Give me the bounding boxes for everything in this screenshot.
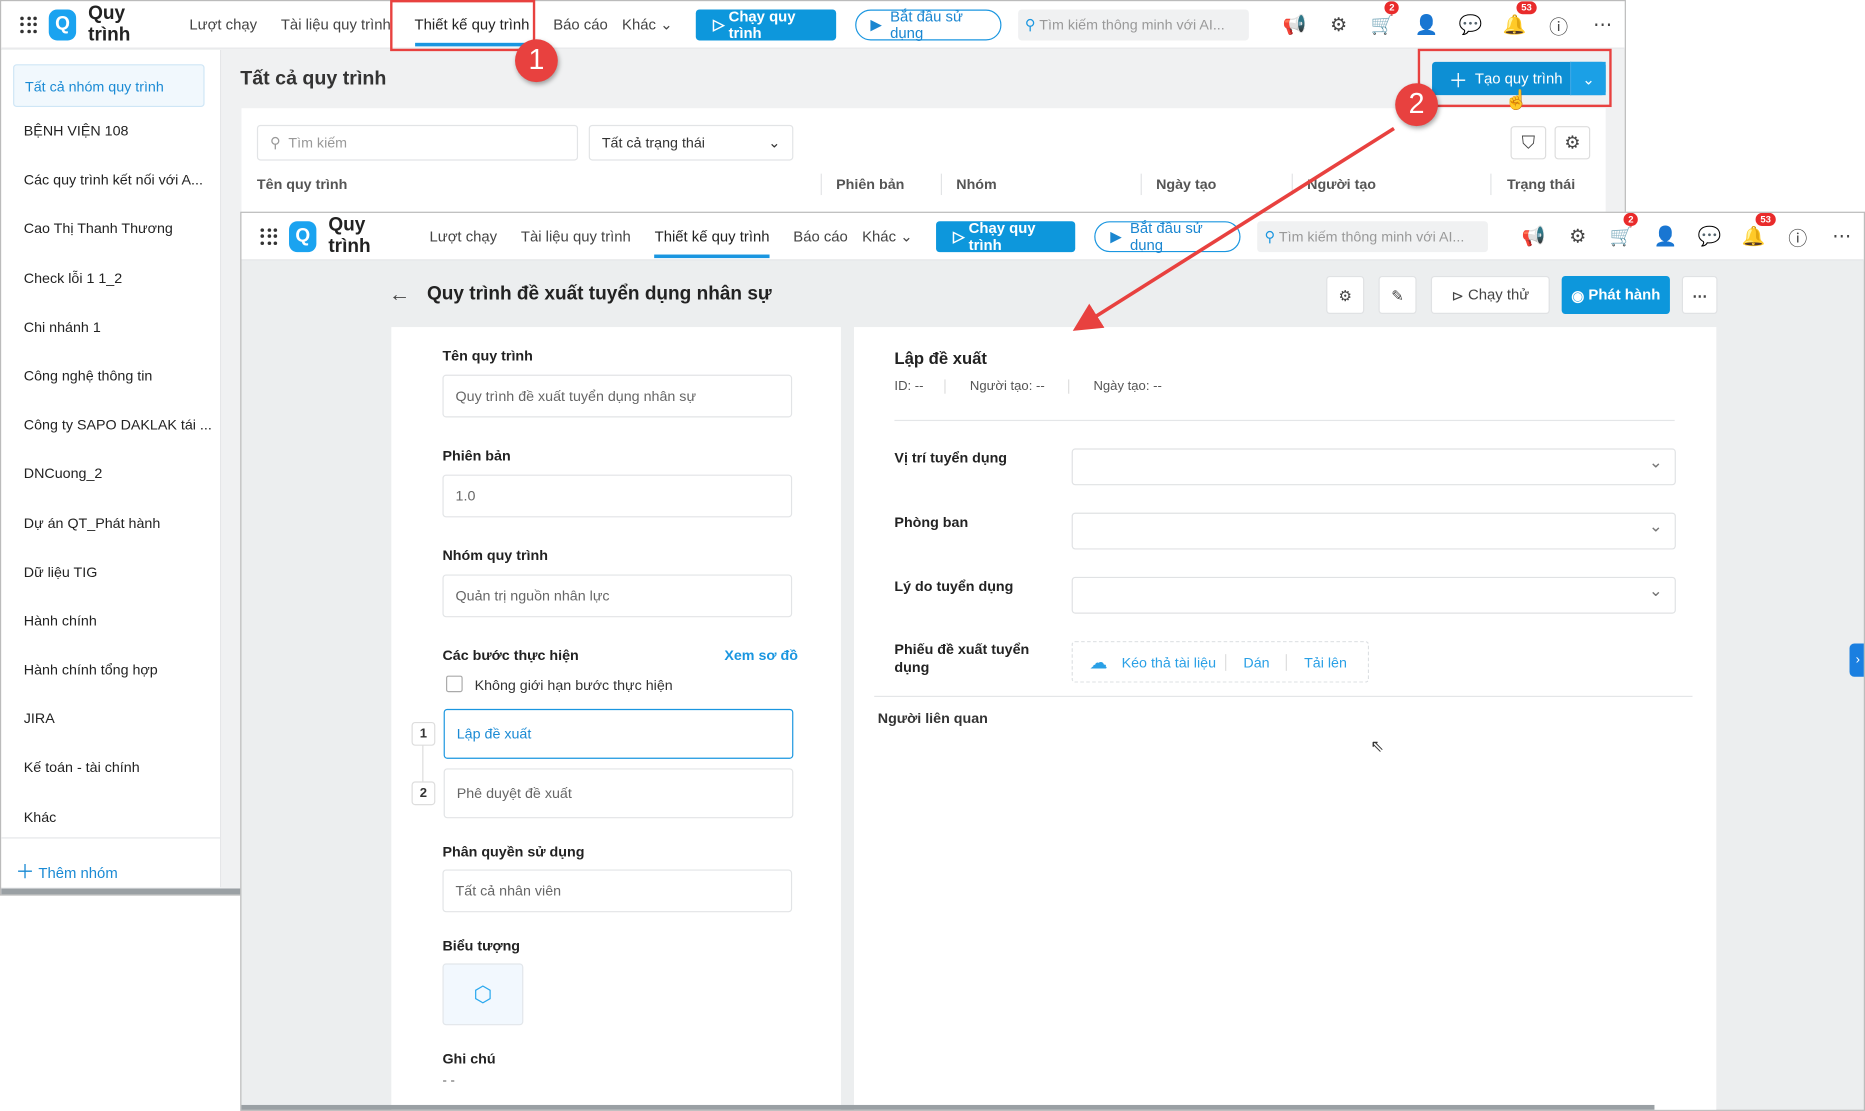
hand-cursor-icon: ☝ — [1504, 90, 1529, 111]
annotation-arrow — [1072, 126, 1395, 331]
